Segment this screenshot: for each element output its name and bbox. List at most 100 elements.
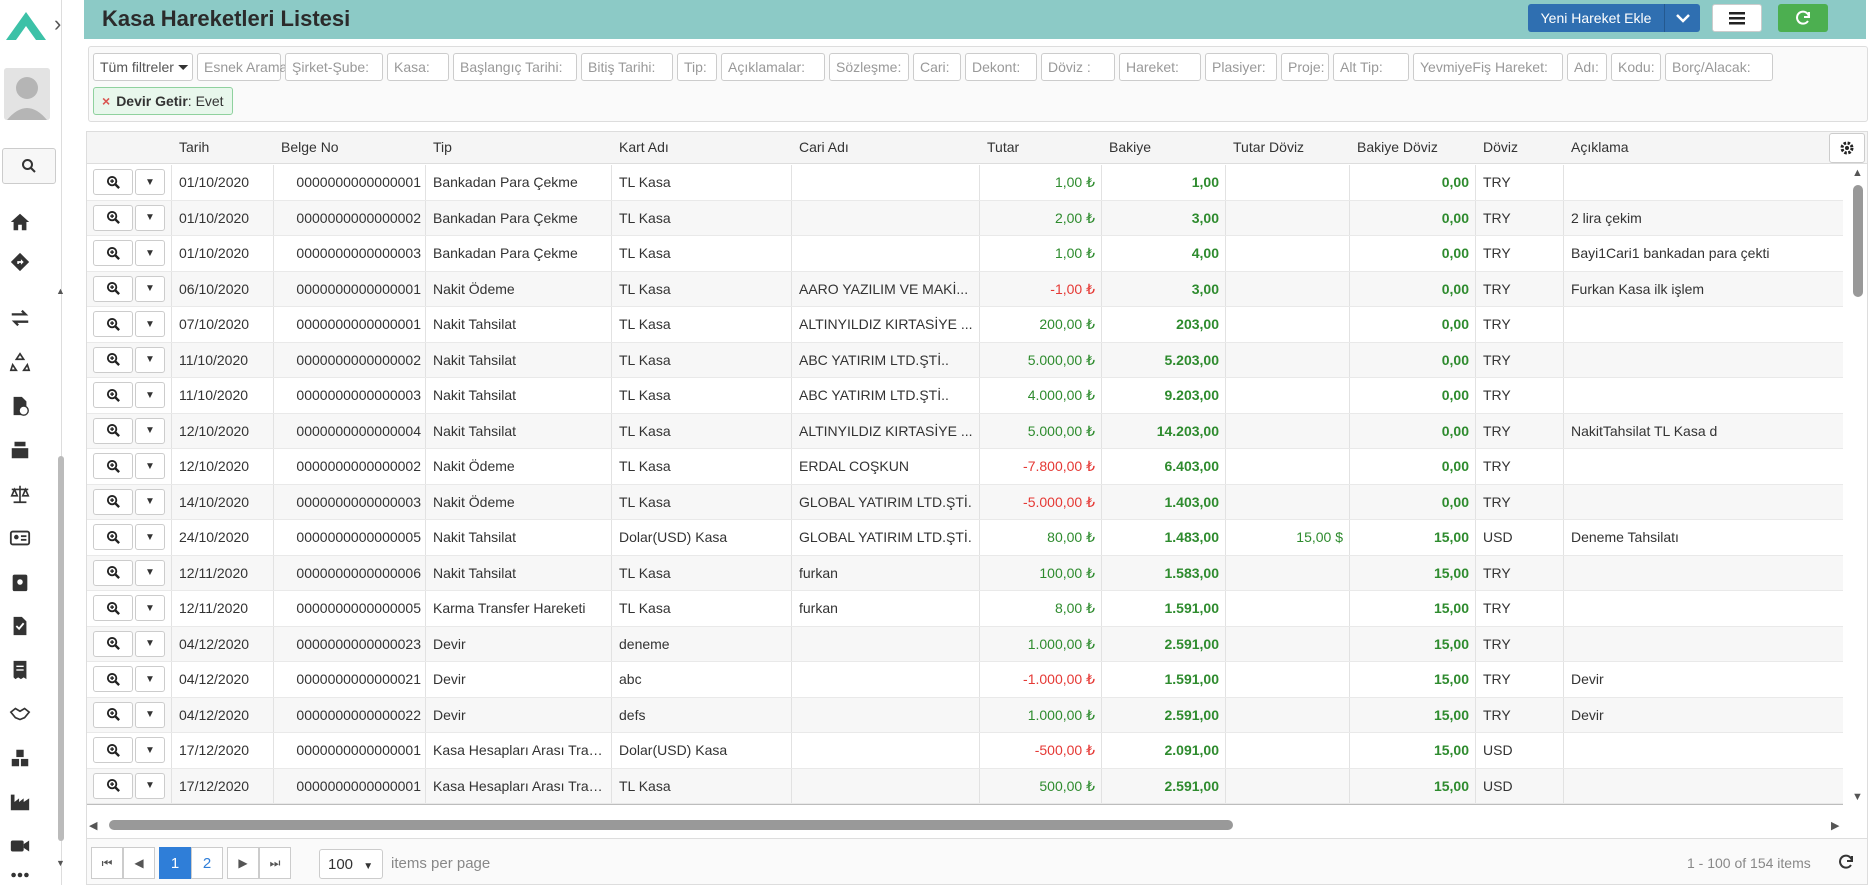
table-row[interactable]: ▼ 24/10/2020 0000000000000005 Nakit Tahsila… xyxy=(87,520,1843,556)
filter-chip[interactable]: Cari: xyxy=(913,53,961,81)
home-icon[interactable] xyxy=(8,210,32,234)
industry-icon[interactable] xyxy=(8,790,32,814)
filter-chip[interactable]: Dekont: xyxy=(965,53,1037,81)
row-actions-dropdown[interactable]: ▼ xyxy=(135,701,165,728)
vertical-scrollbar[interactable]: ▲ ▼ xyxy=(1849,165,1865,805)
refresh-button[interactable] xyxy=(1778,4,1828,32)
view-detail-button[interactable] xyxy=(93,240,133,266)
column-header[interactable]: Bakiye Döviz xyxy=(1357,139,1438,155)
view-detail-button[interactable] xyxy=(93,666,133,692)
horizontal-scrollbar[interactable]: ◀ ▶ xyxy=(87,817,1843,833)
handshake-icon[interactable] xyxy=(8,702,32,726)
active-filter-chip[interactable]: × Devir Getir: Evet xyxy=(93,87,233,115)
view-detail-button[interactable] xyxy=(93,453,133,479)
table-row[interactable]: ▼ 04/12/2020 0000000000000023 Devir deneme 1.… xyxy=(87,626,1843,662)
filter-chip[interactable]: YevmiyeFiş Hareket: xyxy=(1413,53,1563,81)
table-row[interactable]: ▼ 17/12/2020 0000000000000001 Kasa Hesaplar… xyxy=(87,768,1843,804)
filter-chip[interactable]: Esnek Arama: xyxy=(197,53,291,81)
file-check-icon[interactable] xyxy=(8,394,32,418)
table-row[interactable]: ▼ 14/10/2020 0000000000000003 Nakit Ödeme TL… xyxy=(87,484,1843,520)
column-settings-button[interactable] xyxy=(1829,133,1865,163)
filter-chip[interactable]: Kasa: xyxy=(387,53,449,81)
view-detail-button[interactable] xyxy=(93,417,133,444)
expand-sidebar-icon[interactable]: › xyxy=(54,10,70,38)
table-row[interactable]: ▼ 06/10/2020 0000000000000001 Nakit Ödeme TL… xyxy=(87,271,1843,307)
view-detail-button[interactable] xyxy=(93,275,133,302)
row-actions-dropdown[interactable]: ▼ xyxy=(135,311,165,337)
prev-page-button[interactable]: ◀ xyxy=(123,847,155,879)
view-detail-button[interactable] xyxy=(93,524,133,550)
view-detail-button[interactable] xyxy=(93,204,133,231)
filter-chip[interactable]: Döviz : xyxy=(1041,53,1115,81)
directions-icon[interactable] xyxy=(8,250,32,274)
new-movement-dropdown-button[interactable] xyxy=(1664,4,1700,32)
row-actions-dropdown[interactable]: ▼ xyxy=(135,488,165,515)
row-actions-dropdown[interactable]: ▼ xyxy=(135,595,165,621)
receipt-icon[interactable] xyxy=(8,658,32,682)
sidebar-scrollbar[interactable] xyxy=(57,288,65,870)
row-actions-dropdown[interactable]: ▼ xyxy=(135,559,165,586)
row-actions-dropdown[interactable]: ▼ xyxy=(135,240,165,266)
filter-chip[interactable]: Proje: xyxy=(1281,53,1329,81)
view-detail-button[interactable] xyxy=(93,630,133,657)
filter-chip[interactable]: Hareket: xyxy=(1119,53,1201,81)
column-header[interactable]: Döviz xyxy=(1483,139,1518,155)
column-header[interactable]: Belge No xyxy=(281,139,339,155)
pager-refresh-icon[interactable] xyxy=(1837,853,1857,873)
menu-button[interactable] xyxy=(1712,4,1762,32)
last-page-button[interactable]: ⏭ xyxy=(259,847,291,879)
new-movement-button[interactable]: Yeni Hareket Ekle xyxy=(1528,4,1664,32)
boxes-icon[interactable] xyxy=(8,746,32,770)
column-header[interactable]: Tarih xyxy=(179,139,209,155)
table-row[interactable]: ▼ 12/10/2020 0000000000000002 Nakit Ödeme TL… xyxy=(87,449,1843,485)
view-detail-button[interactable] xyxy=(93,169,133,195)
column-header[interactable]: Bakiye xyxy=(1109,139,1151,155)
filter-chip[interactable]: Bitiş Tarihi: xyxy=(581,53,673,81)
row-actions-dropdown[interactable]: ▼ xyxy=(135,453,165,479)
view-detail-button[interactable] xyxy=(93,311,133,337)
column-header[interactable]: Tip xyxy=(433,139,452,155)
transfer-icon[interactable] xyxy=(8,306,32,330)
column-header[interactable]: Kart Adı xyxy=(619,139,669,155)
filter-chip[interactable]: Adı: xyxy=(1567,53,1607,81)
table-row[interactable]: ▼ 12/11/2020 0000000000000006 Nakit Tahsila… xyxy=(87,555,1843,591)
remove-filter-icon[interactable]: × xyxy=(102,93,110,109)
filter-chip[interactable]: Şirket-Şube: xyxy=(285,53,383,81)
view-detail-button[interactable] xyxy=(93,559,133,586)
table-row[interactable]: ▼ 17/12/2020 0000000000000001 Kasa Hesaplar… xyxy=(87,733,1843,769)
file-invoice-icon[interactable] xyxy=(8,614,32,638)
row-actions-dropdown[interactable]: ▼ xyxy=(135,772,165,799)
recycle-icon[interactable] xyxy=(8,350,32,374)
filter-chip[interactable]: Açıklamalar: xyxy=(721,53,825,81)
table-row[interactable]: ▼ 01/10/2020 0000000000000003 Bankadan Para… xyxy=(87,236,1843,272)
filter-chip[interactable]: Plasiyer: xyxy=(1205,53,1277,81)
view-detail-button[interactable] xyxy=(93,595,133,621)
view-detail-button[interactable] xyxy=(93,772,133,799)
filter-chip[interactable]: Sözleşme: xyxy=(829,53,909,81)
more-icon[interactable] xyxy=(8,868,32,882)
column-header[interactable]: Açıklama xyxy=(1571,139,1629,155)
row-actions-dropdown[interactable]: ▼ xyxy=(135,382,165,408)
table-row[interactable]: ▼ 11/10/2020 0000000000000003 Nakit Tahsila… xyxy=(87,378,1843,414)
column-header[interactable]: Cari Adı xyxy=(799,139,849,155)
table-row[interactable]: ▼ 07/10/2020 0000000000000001 Nakit Tahsila… xyxy=(87,307,1843,343)
sidebar-search-button[interactable] xyxy=(2,148,56,184)
id-card-icon[interactable] xyxy=(8,526,32,550)
first-page-button[interactable]: ⏮ xyxy=(91,847,123,879)
page-size-select[interactable]: 100 ▼ xyxy=(319,849,383,879)
filter-chip[interactable]: Başlangıç Tarihi: xyxy=(453,53,577,81)
column-header[interactable]: Tutar xyxy=(987,139,1019,155)
view-detail-button[interactable] xyxy=(93,488,133,515)
row-actions-dropdown[interactable]: ▼ xyxy=(135,275,165,302)
filter-chip[interactable]: Alt Tip: xyxy=(1333,53,1409,81)
row-actions-dropdown[interactable]: ▼ xyxy=(135,417,165,444)
table-row[interactable]: ▼ 12/10/2020 0000000000000004 Nakit Tahsila… xyxy=(87,413,1843,449)
row-actions-dropdown[interactable]: ▼ xyxy=(135,524,165,550)
logo[interactable] xyxy=(4,6,48,46)
filter-chip[interactable]: Tip: xyxy=(677,53,717,81)
view-detail-button[interactable] xyxy=(93,382,133,408)
table-row[interactable]: ▼ 12/11/2020 0000000000000005 Karma Transfe… xyxy=(87,591,1843,627)
filter-chip[interactable]: Kodu: xyxy=(1611,53,1661,81)
column-header[interactable]: Tutar Döviz xyxy=(1233,139,1304,155)
row-actions-dropdown[interactable]: ▼ xyxy=(135,169,165,195)
